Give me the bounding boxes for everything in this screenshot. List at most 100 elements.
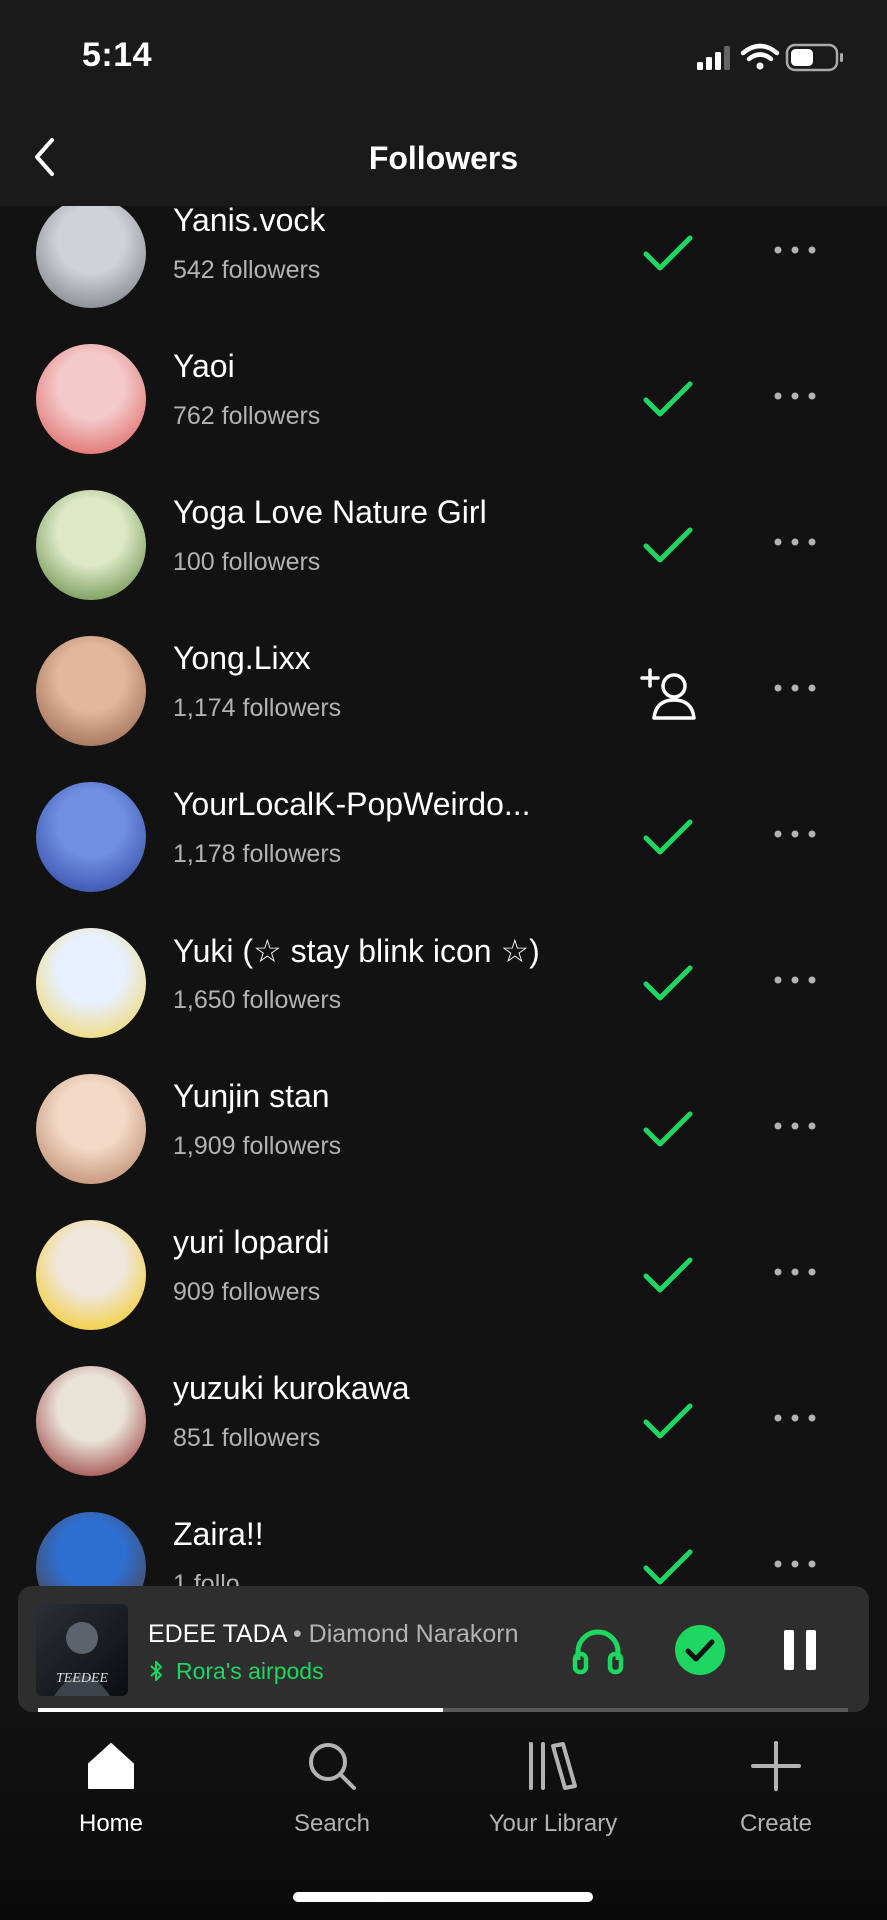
tab-home[interactable]: Home (11, 1740, 211, 1850)
tab-home-label: Home (78, 1810, 144, 1837)
tab-your-library-label: Your Library (488, 1810, 618, 1837)
follower-row[interactable]: Yuki (☆ stay blink icon ☆) 1,650 follower… (0, 910, 887, 1056)
follower-name[interactable]: Zaira!! (173, 1516, 264, 1553)
more-icon (774, 976, 816, 984)
followers-list[interactable]: Yanis.vock 542 followers Yaoi 762 followers… (0, 206, 887, 1586)
follower-count: 909 followers (173, 1278, 321, 1306)
avatar[interactable] (36, 206, 146, 308)
following-button[interactable] (640, 520, 696, 570)
follower-name[interactable]: Yong.Lixx (173, 640, 311, 677)
follower-name[interactable]: Yaoi (173, 348, 235, 385)
tab-your-library[interactable]: Your Library (453, 1740, 653, 1850)
page-header: Followers (0, 110, 887, 206)
more-options-button[interactable] (770, 814, 820, 854)
more-icon (774, 830, 816, 838)
tab-search-label: Search (293, 1810, 371, 1837)
more-icon (774, 1122, 816, 1130)
follower-row[interactable]: Yong.Lixx 1,174 followers (0, 618, 887, 764)
more-options-button[interactable] (770, 1252, 820, 1292)
follower-name[interactable]: Yunjin stan (173, 1078, 330, 1115)
follower-row[interactable]: Yoga Love Nature Girl 100 followers (0, 472, 887, 618)
follow-button[interactable] (640, 666, 696, 720)
device-name: Rora's airpods (176, 1658, 324, 1684)
page-title: Followers (368, 140, 519, 176)
avatar[interactable] (36, 782, 146, 892)
status-bar: 5:14 (0, 0, 887, 110)
now-playing-track: EDEE TADA • Diamond Narakorn (148, 1620, 519, 1648)
connected-device[interactable]: Rora's airpods (148, 1658, 324, 1685)
following-button[interactable] (640, 1104, 696, 1154)
more-options-button[interactable] (770, 522, 820, 562)
more-options-button[interactable] (770, 668, 820, 708)
home-indicator (293, 1892, 593, 1902)
follower-count: 762 followers (173, 402, 321, 430)
check-circle-icon (675, 1625, 725, 1675)
song-title: EDEE TADA (148, 1620, 287, 1648)
avatar[interactable] (36, 490, 146, 600)
following-button[interactable] (640, 1250, 696, 1300)
avatar[interactable] (36, 1366, 146, 1476)
follower-name[interactable]: Yanis.vock (173, 206, 325, 239)
more-icon (774, 538, 816, 546)
home-icon (88, 1743, 134, 1789)
more-options-button[interactable] (770, 1398, 820, 1438)
follower-name[interactable]: YourLocalK-PopWeirdo... (173, 786, 531, 823)
check-icon (643, 527, 693, 563)
follower-row[interactable]: yuzuki kurokawa 851 followers (0, 1348, 887, 1494)
follower-count: 1,178 followers (173, 840, 342, 868)
saved-to-library-button[interactable] (674, 1624, 726, 1676)
more-options-button[interactable] (770, 376, 820, 416)
tab-create[interactable]: Create (676, 1740, 876, 1850)
following-button[interactable] (640, 228, 696, 278)
library-icon (529, 1742, 577, 1790)
tab-search[interactable]: Search (232, 1740, 432, 1850)
follower-row[interactable]: Yunjin stan 1,909 followers (0, 1056, 887, 1202)
more-options-button[interactable] (770, 230, 820, 270)
follower-count: 542 followers (173, 256, 321, 284)
avatar[interactable] (36, 928, 146, 1038)
following-button[interactable] (640, 1396, 696, 1446)
more-icon (774, 1414, 816, 1422)
avatar[interactable] (36, 344, 146, 454)
more-icon (774, 684, 816, 692)
plus-icon (751, 1741, 801, 1791)
following-button[interactable] (640, 812, 696, 862)
following-button[interactable] (640, 958, 696, 1008)
more-icon (774, 1268, 816, 1276)
following-button[interactable] (640, 1542, 696, 1586)
more-icon (774, 1560, 816, 1568)
battery-icon (785, 43, 843, 72)
more-options-button[interactable] (770, 960, 820, 1000)
pause-button[interactable] (778, 1626, 822, 1674)
avatar[interactable] (36, 1074, 146, 1184)
search-icon (309, 1743, 356, 1790)
more-options-button[interactable] (770, 1544, 820, 1584)
follower-row[interactable]: Zaira!! 1 follo (0, 1494, 887, 1586)
follower-row[interactable]: Yanis.vock 542 followers (0, 206, 887, 326)
follower-row[interactable]: yuri lopardi 909 followers (0, 1202, 887, 1348)
follower-name[interactable]: Yoga Love Nature Girl (173, 494, 487, 531)
mini-player[interactable]: TEEDEE EDEE TADA • Diamond Narakorn Rora… (18, 1586, 869, 1712)
check-icon (643, 1257, 693, 1293)
avatar[interactable] (36, 636, 146, 746)
following-button[interactable] (640, 374, 696, 424)
svg-text:TEEDEE: TEEDEE (56, 1671, 109, 1686)
follower-name[interactable]: Yuki (☆ stay blink icon ☆) (173, 932, 540, 970)
avatar[interactable] (36, 1220, 146, 1330)
status-time: 5:14 (82, 36, 153, 74)
follower-count: 1 follo (173, 1570, 240, 1586)
headphones-icon (572, 1629, 624, 1675)
check-icon (643, 235, 693, 271)
check-icon (643, 381, 693, 417)
more-icon (774, 392, 816, 400)
follower-count: 100 followers (173, 548, 321, 576)
follower-row[interactable]: Yaoi 762 followers (0, 326, 887, 472)
more-icon (774, 246, 816, 254)
add-user-icon (640, 668, 696, 720)
avatar[interactable] (36, 1512, 146, 1586)
follower-name[interactable]: yuzuki kurokawa (173, 1370, 410, 1407)
more-options-button[interactable] (770, 1106, 820, 1146)
follower-row[interactable]: YourLocalK-PopWeirdo... 1,178 followers (0, 764, 887, 910)
connect-device-button[interactable] (570, 1624, 626, 1676)
follower-name[interactable]: yuri lopardi (173, 1224, 330, 1261)
